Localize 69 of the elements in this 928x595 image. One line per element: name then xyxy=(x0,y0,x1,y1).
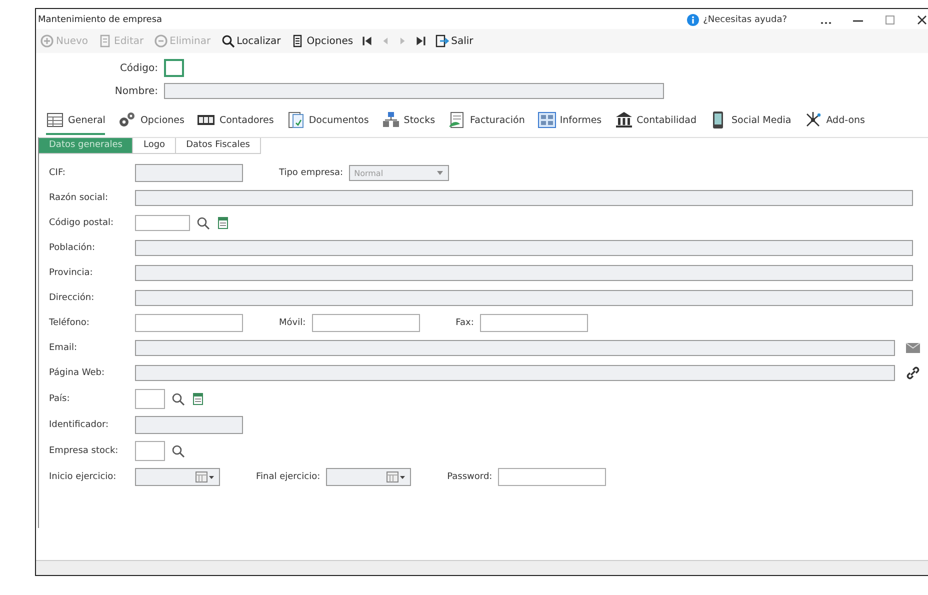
field-label: País: xyxy=(49,394,71,404)
field-label: Password: xyxy=(447,472,492,482)
toolbar-button[interactable]: Salir xyxy=(433,34,476,48)
gears-icon xyxy=(118,111,136,129)
field-label: Email: xyxy=(49,343,78,353)
field-label: Nombre: xyxy=(114,86,159,96)
notepad-icon[interactable] xyxy=(191,392,205,406)
field-label: Razón social: xyxy=(49,193,110,203)
tab[interactable]: Opciones xyxy=(118,107,184,135)
maximize-icon[interactable] xyxy=(883,14,897,26)
input-field[interactable] xyxy=(164,59,184,77)
tab[interactable]: Documentos xyxy=(286,107,369,135)
field-label: Empresa stock: xyxy=(49,446,120,456)
delete-circle-icon xyxy=(154,34,168,48)
window-title: Mantenimiento de empresa xyxy=(38,15,162,25)
field-label: Final ejercicio: xyxy=(256,472,320,482)
invoice-icon xyxy=(448,111,466,129)
tab[interactable]: Informes xyxy=(538,107,602,135)
field-label: Página Web: xyxy=(49,368,106,378)
field-label: Población: xyxy=(49,243,96,253)
field-label: Tipo empresa: xyxy=(279,168,344,178)
field-label: Código: xyxy=(118,62,159,74)
input-field[interactable] xyxy=(135,389,165,409)
exit-icon xyxy=(435,34,450,48)
bank-icon xyxy=(614,111,633,129)
caret-icon xyxy=(436,169,444,177)
tab[interactable]: Logo xyxy=(133,138,176,154)
field-label: Móvil: xyxy=(279,318,306,328)
tab[interactable]: Contabilidad xyxy=(614,107,696,135)
toolbar-button[interactable]: Opciones xyxy=(288,34,356,48)
table-icon xyxy=(46,111,64,129)
first-record-icon[interactable] xyxy=(361,34,374,48)
toolbar-button[interactable]: Localizar xyxy=(218,34,283,48)
input-field[interactable] xyxy=(135,441,165,461)
field-label: Inicio ejercicio: xyxy=(49,472,118,482)
plus-circle-icon xyxy=(40,34,54,48)
report-icon xyxy=(538,111,556,129)
tab[interactable]: Social Media xyxy=(709,107,792,135)
input-field[interactable] xyxy=(480,314,588,332)
tab[interactable]: Contadores xyxy=(197,107,274,135)
field-label: Provincia: xyxy=(49,268,94,278)
tab[interactable]: Datos Fiscales xyxy=(176,138,261,154)
search-icon[interactable] xyxy=(171,444,185,458)
last-record-icon[interactable] xyxy=(415,34,428,48)
field-label: CIF: xyxy=(49,168,66,178)
input-field[interactable] xyxy=(135,215,190,231)
input-field[interactable] xyxy=(498,468,606,486)
notepad-icon[interactable] xyxy=(216,216,230,230)
tab[interactable]: Add-ons xyxy=(804,107,865,135)
field-label: Dirección: xyxy=(49,293,96,303)
search-icon xyxy=(220,34,235,48)
close-icon[interactable] xyxy=(915,14,928,26)
warehouse-icon xyxy=(382,111,400,129)
search-icon[interactable] xyxy=(196,216,210,230)
tab[interactable]: Stocks xyxy=(382,107,436,135)
input-field[interactable] xyxy=(135,314,243,332)
document-icon xyxy=(286,111,305,129)
input-field[interactable] xyxy=(312,314,420,332)
search-icon[interactable] xyxy=(171,392,185,406)
field-label: Identificador: xyxy=(49,420,110,430)
tab[interactable]: General xyxy=(46,107,106,135)
field-label: Código postal: xyxy=(49,218,115,228)
info-icon xyxy=(687,14,700,26)
field-label: Fax: xyxy=(456,318,474,328)
document-icon xyxy=(98,34,112,48)
network-icon xyxy=(804,111,822,129)
field-label: Teléfono: xyxy=(49,318,90,328)
help-link[interactable]: ¿Necesitas ayuda? xyxy=(703,15,787,25)
tab[interactable]: Facturación xyxy=(448,107,525,135)
